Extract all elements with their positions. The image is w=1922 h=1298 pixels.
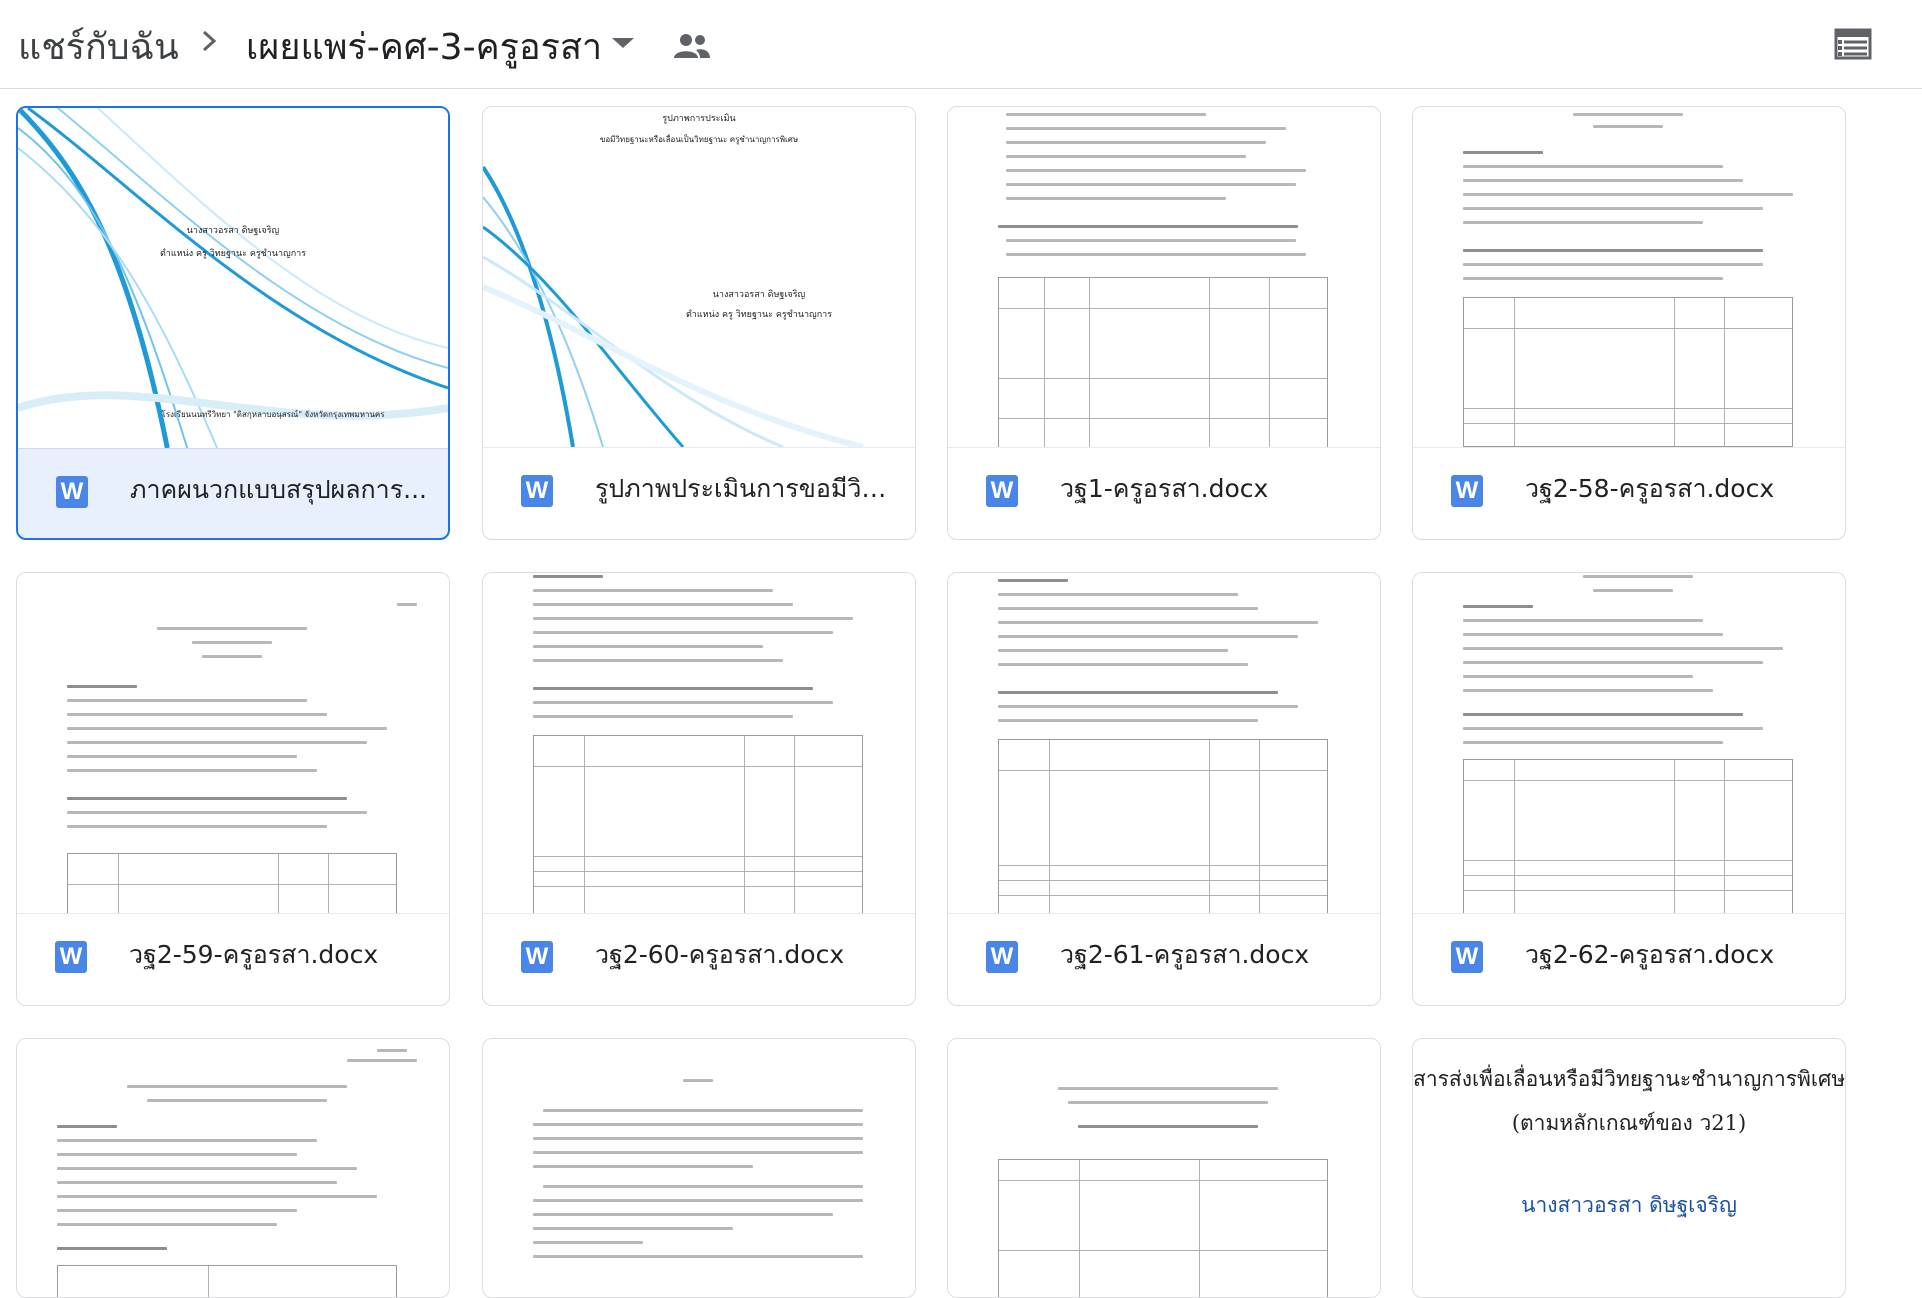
file-card[interactable] (16, 1038, 450, 1298)
file-card[interactable] (947, 1038, 1381, 1298)
thumb-name: นางสาวอรสา ดิษฐเจริญ (186, 226, 280, 236)
word-icon: W (521, 941, 553, 973)
file-thumbnail (948, 573, 1380, 914)
file-name: วฐ2-58-ครูอรสา.docx (1525, 474, 1775, 503)
file-name: รูปภาพประเมินการขอมีวิท... (595, 474, 895, 503)
file-card[interactable]: นางสาวอรสา ดิษฐเจริญ ตำแหน่ง ครู วิทยฐาน… (16, 106, 450, 540)
file-card[interactable]: รูปภาพการประเมิน ขอมีวิทยฐานะหรือเลื่อนเ… (482, 106, 916, 540)
file-thumbnail: สารส่งเพื่อเลื่อนหรือมีวิทยฐานะชำนาญการพ… (1413, 1039, 1845, 1297)
file-card[interactable]: สารส่งเพื่อเลื่อนหรือมีวิทยฐานะชำนาญการพ… (1412, 1038, 1846, 1298)
file-name: ภาคผนวกแบบสรุปผลการ... (130, 475, 427, 504)
breadcrumb-shared-with-me[interactable]: แชร์กับฉัน (18, 18, 179, 75)
thumb-title: สารส่งเพื่อเลื่อนหรือมีวิทยฐานะชำนาญการพ… (1413, 1067, 1845, 1091)
file-thumbnail (1413, 107, 1845, 448)
file-thumbnail (948, 107, 1380, 448)
thumb-position: ตำแหน่ง ครู วิทยฐานะ ครูชำนาญการ (159, 249, 307, 259)
file-thumbnail (483, 1039, 915, 1297)
file-thumbnail: นางสาวอรสา ดิษฐเจริญ ตำแหน่ง ครู วิทยฐาน… (18, 108, 448, 449)
thumb-position: ตำแหน่ง ครู วิทยฐานะ ครูชำนาญการ (685, 310, 833, 320)
file-card[interactable] (482, 1038, 916, 1298)
word-icon: W (1451, 941, 1483, 973)
word-icon: W (986, 941, 1018, 973)
word-icon: W (986, 475, 1018, 507)
thumb-subtitle: ขอมีวิทยฐานะหรือเลื่อนเป็นวิทยฐานะ ครูชำ… (599, 135, 799, 144)
thumb-title: รูปภาพการประเมิน (662, 114, 736, 124)
file-card[interactable]: W วฐ2-62-ครูอรสา.docx (1412, 572, 1846, 1006)
list-view-icon[interactable] (1834, 27, 1872, 61)
file-thumbnail (1413, 573, 1845, 914)
file-thumbnail (483, 573, 915, 914)
breadcrumb-current-folder[interactable]: เผยแพร่-คศ-3-ครูอรสา (246, 18, 602, 75)
word-icon: W (56, 476, 88, 508)
file-thumbnail (17, 573, 449, 914)
file-name: วฐ2-59-ครูอรสา.docx (129, 940, 379, 969)
word-icon: W (1451, 475, 1483, 507)
file-card[interactable]: W วฐ2-61-ครูอรสา.docx (947, 572, 1381, 1006)
thumb-name: นางสาวอรสา ดิษฐเจริญ (712, 290, 806, 300)
cover-wave-image (18, 108, 448, 448)
word-icon: W (521, 475, 553, 507)
file-card[interactable]: W วฐ2-58-ครูอรสา.docx (1412, 106, 1846, 540)
file-name: วฐ2-61-ครูอรสา.docx (1060, 940, 1310, 969)
thumb-subtitle: (ตามหลักเกณฑ์ของ ว21) (1511, 1111, 1747, 1135)
top-bar: แชร์กับฉัน เผยแพร่-คศ-3-ครูอรสา (0, 0, 1922, 89)
file-thumbnail: รูปภาพการประเมิน ขอมีวิทยฐานะหรือเลื่อนเ… (483, 107, 915, 448)
file-thumbnail (948, 1039, 1380, 1297)
word-icon: W (55, 941, 87, 973)
chevron-right-icon (202, 30, 217, 52)
thumb-school: โรงเรียนนนทรีวิทยา "ดิสกุหลาบอนุสรณ์" จั… (161, 410, 385, 419)
caret-down-icon[interactable] (612, 38, 634, 48)
file-grid: นางสาวอรสา ดิษฐเจริญ ตำแหน่ง ครู วิทยฐาน… (0, 89, 1922, 1298)
file-card[interactable]: W วฐ2-59-ครูอรสา.docx (16, 572, 450, 1006)
thumb-name: นางสาวอรสา ดิษฐเจริญ (1521, 1193, 1737, 1217)
file-name: วฐ2-62-ครูอรสา.docx (1525, 940, 1775, 969)
file-thumbnail (17, 1039, 449, 1297)
file-card[interactable]: W วฐ2-60-ครูอรสา.docx (482, 572, 916, 1006)
file-name: วฐ2-60-ครูอรสา.docx (595, 940, 845, 969)
people-icon[interactable] (672, 30, 712, 62)
cover-wave-image (483, 107, 915, 447)
file-name: วฐ1-ครูอรสา.docx (1060, 474, 1269, 503)
file-card[interactable]: W วฐ1-ครูอรสา.docx (947, 106, 1381, 540)
